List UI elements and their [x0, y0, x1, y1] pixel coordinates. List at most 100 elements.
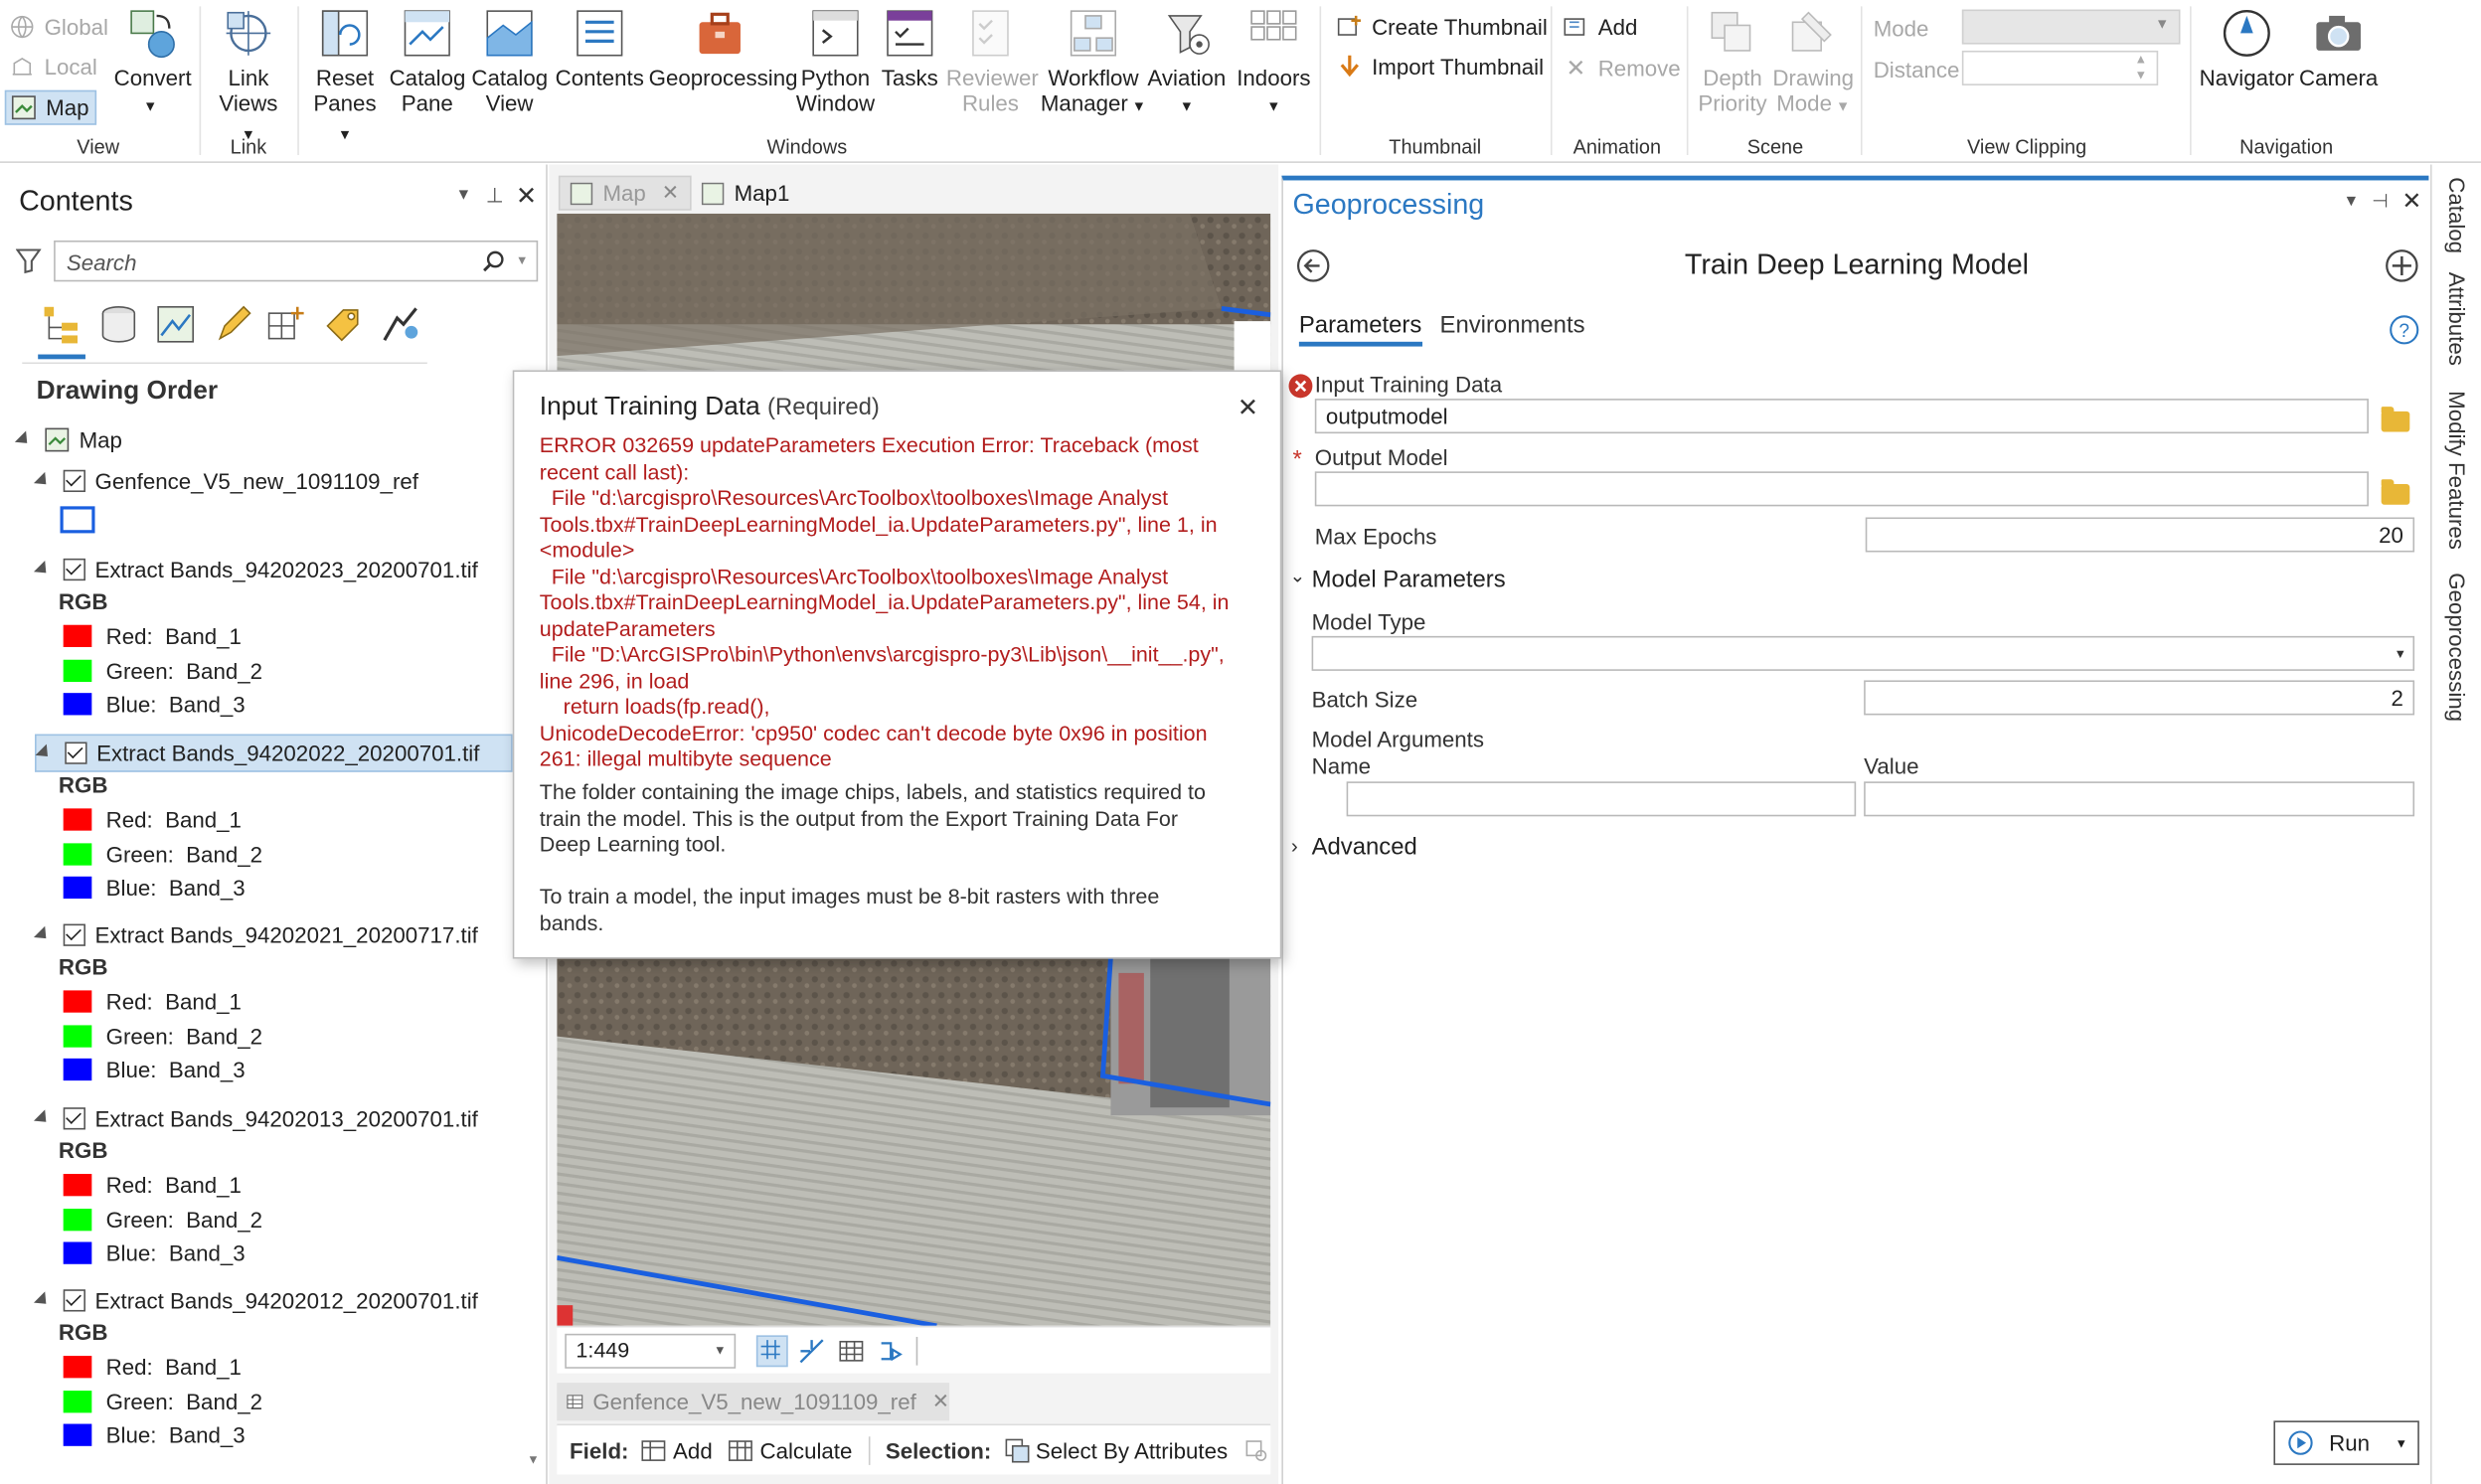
- grid-icon[interactable]: [837, 1337, 866, 1366]
- band-swatch[interactable]: [63, 1025, 92, 1048]
- model-type-select[interactable]: ▼: [1311, 635, 2415, 671]
- band-swatch[interactable]: [63, 693, 92, 716]
- layer-visibility-checkbox[interactable]: [63, 1107, 85, 1130]
- chevron-down-icon[interactable]: ▼: [2395, 1435, 2407, 1449]
- navigator-button[interactable]: Navigator: [2200, 6, 2295, 90]
- list-by-source-icon[interactable]: [98, 304, 139, 345]
- batch-size-field[interactable]: 2: [1864, 680, 2415, 716]
- input-training-data-field[interactable]: outputmodel: [1314, 399, 2369, 434]
- animation-remove-button[interactable]: ✕ Remove: [1564, 54, 1680, 82]
- band-row[interactable]: Red: Band_1: [63, 1172, 242, 1198]
- band-row[interactable]: Blue: Band_3: [63, 1240, 246, 1265]
- windows-button-7[interactable]: Reviewer Rules: [946, 6, 1039, 115]
- expand-icon[interactable]: [33, 925, 52, 944]
- drawing-mode-button[interactable]: Drawing Mode ▼: [1772, 6, 1855, 118]
- expand-icon[interactable]: [33, 471, 52, 490]
- band-swatch[interactable]: [63, 1209, 92, 1232]
- list-by-perspective-icon[interactable]: [380, 304, 420, 345]
- help-icon[interactable]: ?: [2390, 315, 2419, 345]
- snapping-icon[interactable]: [797, 1337, 826, 1366]
- calculate-field-button[interactable]: Calculate: [729, 1437, 852, 1463]
- side-tab-attributes[interactable]: Attributes: [2444, 272, 2469, 366]
- advanced-header[interactable]: Advanced: [1312, 834, 1417, 861]
- zoom-to-selection-icon[interactable]: [1243, 1437, 1268, 1462]
- add-to-project-icon[interactable]: [2385, 248, 2419, 283]
- band-row[interactable]: Green: Band_2: [63, 1024, 262, 1049]
- polygon-symbol[interactable]: [60, 506, 95, 534]
- windows-button-6[interactable]: Tasks: [877, 6, 943, 90]
- select-by-attributes-button[interactable]: Select By Attributes: [1004, 1437, 1228, 1463]
- band-swatch[interactable]: [63, 624, 92, 648]
- layer-node[interactable]: Extract Bands_94202021_20200717.tif: [33, 916, 513, 954]
- model-argument-value-field[interactable]: [1864, 781, 2415, 817]
- fixed-zoom-button[interactable]: [755, 1335, 788, 1368]
- band-swatch[interactable]: [63, 808, 92, 831]
- output-model-field[interactable]: [1314, 471, 2369, 507]
- tab-map1[interactable]: Map1: [698, 176, 802, 211]
- layer-visibility-checkbox[interactable]: [63, 558, 85, 581]
- run-button[interactable]: Run ▼: [2273, 1420, 2419, 1465]
- band-row[interactable]: Green: Band_2: [63, 842, 262, 867]
- scale-selector[interactable]: 1:449 ▼: [565, 1333, 737, 1369]
- layer-node[interactable]: Genfence_V5_new_1091109_ref: [33, 468, 418, 494]
- list-by-editing-icon[interactable]: [212, 304, 252, 345]
- local-view-button[interactable]: Local: [10, 54, 97, 80]
- map-node[interactable]: Map: [14, 427, 122, 452]
- expand-icon[interactable]: [14, 430, 33, 449]
- windows-button-1[interactable]: Catalog Pane: [390, 6, 465, 115]
- map-view-button[interactable]: Map: [4, 89, 97, 125]
- windows-button-2[interactable]: Catalog View: [471, 6, 548, 115]
- tab-parameters[interactable]: Parameters: [1298, 312, 1422, 347]
- windows-button-10[interactable]: Indoors ▼: [1235, 6, 1314, 118]
- band-swatch[interactable]: [63, 1058, 92, 1081]
- band-swatch[interactable]: [63, 1356, 92, 1379]
- chevron-down-icon[interactable]: ▼: [516, 253, 529, 267]
- layer-node[interactable]: Extract Bands_94202023_20200701.tif: [33, 551, 513, 588]
- band-row[interactable]: Red: Band_1: [63, 807, 242, 832]
- close-tab-icon[interactable]: ✕: [662, 180, 679, 205]
- pane-options-icon[interactable]: ▼: [455, 187, 471, 205]
- chevron-right-icon[interactable]: ›: [1291, 834, 1298, 858]
- pane-options-icon[interactable]: ▼: [2343, 193, 2359, 211]
- link-views-button[interactable]: Link Views ▼: [212, 6, 284, 147]
- tab-map[interactable]: Map ✕: [558, 175, 692, 211]
- band-swatch[interactable]: [63, 659, 92, 683]
- layer-visibility-checkbox[interactable]: [65, 742, 87, 764]
- band-swatch[interactable]: [63, 990, 92, 1013]
- list-by-labeling-icon[interactable]: [323, 304, 364, 345]
- windows-button-0[interactable]: Reset Panes ▼: [310, 6, 380, 147]
- add-field-button[interactable]: Add: [641, 1437, 713, 1463]
- tab-environments[interactable]: Environments: [1440, 312, 1585, 339]
- band-row[interactable]: Red: Band_1: [63, 1354, 242, 1380]
- filter-icon[interactable]: [15, 248, 42, 274]
- band-row[interactable]: Green: Band_2: [63, 1390, 262, 1414]
- convert-button[interactable]: Convert ▼: [114, 6, 192, 118]
- layer-visibility-checkbox[interactable]: [63, 469, 85, 493]
- windows-button-3[interactable]: Contents: [554, 6, 645, 90]
- windows-button-5[interactable]: Python Window: [794, 6, 877, 115]
- search-icon[interactable]: [482, 249, 504, 272]
- depth-priority-button[interactable]: Depth Priority: [1693, 6, 1772, 115]
- pin-icon[interactable]: ⊥: [486, 184, 504, 209]
- browse-folder-icon[interactable]: [2381, 479, 2410, 505]
- band-row[interactable]: Blue: Band_3: [63, 875, 246, 901]
- close-pane-icon[interactable]: ✕: [2401, 187, 2421, 215]
- side-tab-catalog[interactable]: Catalog: [2444, 177, 2469, 253]
- clipping-distance-input[interactable]: ▲ ▼: [1961, 50, 2159, 85]
- layer-node[interactable]: Extract Bands_94202012_20200701.tif: [33, 1281, 513, 1319]
- contents-search-input[interactable]: Search ▼: [54, 240, 539, 282]
- model-parameters-header[interactable]: Model Parameters: [1312, 567, 1506, 593]
- animation-add-button[interactable]: Add: [1564, 14, 1637, 40]
- error-icon[interactable]: [1288, 374, 1313, 399]
- band-swatch[interactable]: [63, 1423, 92, 1446]
- camera-button[interactable]: Camera: [2297, 6, 2380, 90]
- browse-folder-icon[interactable]: [2381, 407, 2410, 432]
- windows-button-9[interactable]: Aviation ▼: [1145, 6, 1228, 118]
- scroll-down-icon[interactable]: ▼: [527, 1452, 540, 1466]
- band-swatch[interactable]: [63, 1391, 92, 1413]
- chevron-down-icon[interactable]: ⌄: [1289, 565, 1305, 586]
- close-pane-icon[interactable]: ✕: [516, 180, 537, 212]
- create-thumbnail-button[interactable]: Create Thumbnail: [1337, 14, 1548, 40]
- auto-hide-icon[interactable]: ⊣: [2372, 190, 2389, 212]
- layer-visibility-checkbox[interactable]: [63, 1289, 85, 1312]
